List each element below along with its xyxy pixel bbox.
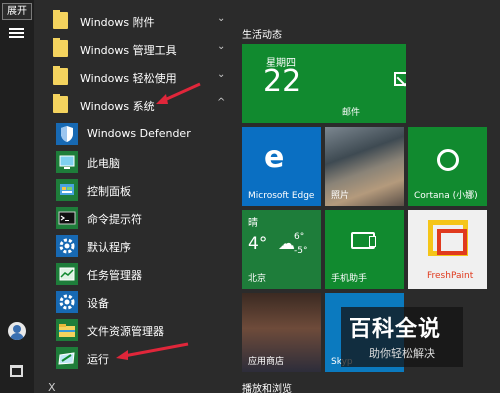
folder-icon (53, 38, 68, 57)
folder-label: Windows 管理工具 (80, 44, 177, 57)
tile-photos[interactable]: 照片 (325, 127, 404, 206)
tile-cortana[interactable]: Cortana (小娜) (408, 127, 487, 206)
task-manager-icon (56, 263, 78, 285)
app-control-panel[interactable]: 控制面板 (34, 176, 232, 204)
documents-icon[interactable] (10, 365, 23, 377)
start-left-rail: 展开 (0, 0, 34, 393)
hamburger-menu-icon[interactable] (9, 28, 24, 38)
app-command-prompt[interactable]: 命令提示符 (34, 204, 232, 232)
chevron-down-icon: ⌄ (217, 13, 226, 24)
control-panel-icon (56, 179, 78, 201)
edge-icon: e (264, 140, 285, 175)
tile-weather[interactable]: 晴 4° ☁ 6° -5° 北京 (242, 210, 321, 289)
app-label: Windows Defender (87, 127, 191, 140)
shield-icon (56, 123, 78, 145)
user-avatar[interactable] (8, 322, 26, 340)
tile-fresh-paint[interactable]: FreshPaint (408, 210, 487, 289)
app-task-manager[interactable]: 任务管理器 (34, 260, 232, 288)
folder-icon (53, 10, 68, 29)
tile-label: Cortana (小娜) (414, 191, 478, 201)
tile-label: 照片 (331, 191, 350, 201)
watermark-title: 百科全说 (349, 317, 442, 342)
calendar-day: 22 (263, 64, 302, 99)
gear-icon (56, 291, 78, 313)
chevron-down-icon: ⌄ (217, 69, 226, 80)
terminal-icon (56, 207, 78, 229)
weather-low: -5° (294, 246, 308, 256)
app-label: 任务管理器 (87, 269, 142, 282)
app-devices[interactable]: 设备 (34, 288, 232, 316)
app-label: 控制面板 (87, 185, 131, 198)
weather-high: 6° (294, 232, 305, 242)
app-this-pc[interactable]: 此电脑 (34, 148, 232, 176)
tile-label: 北京 (248, 274, 267, 284)
app-windows-defender[interactable]: Windows Defender (34, 120, 232, 148)
app-list: Windows 附件 ⌄ Windows 管理工具 ⌄ Windows 轻松使用… (34, 0, 232, 393)
cloud-icon: ☁ (278, 234, 295, 254)
watermark: 百科全说 助你轻松解决 (341, 307, 463, 367)
app-label: 设备 (87, 297, 109, 310)
app-label: 文件资源管理器 (87, 325, 164, 338)
run-icon (56, 347, 78, 369)
app-label: 命令提示符 (87, 213, 142, 226)
tile-store[interactable]: 应用商店 (242, 293, 321, 372)
tile-microsoft-edge[interactable]: e Microsoft Edge (242, 127, 321, 206)
app-label: 运行 (87, 353, 109, 366)
annotation-arrow-system (156, 82, 201, 104)
chevron-down-icon: ⌄ (217, 41, 226, 52)
tile-phone-companion[interactable]: 手机助手 (325, 210, 404, 289)
list-letter-header[interactable]: X (48, 381, 56, 393)
section-title-play: 播放和浏览 (242, 384, 292, 393)
expand-tooltip: 展开 (2, 3, 32, 20)
folder-icon (56, 319, 78, 341)
section-title-life: 生活动态 (242, 30, 282, 41)
folder-windows-admin-tools[interactable]: Windows 管理工具 ⌄ (34, 36, 232, 62)
tile-label: 应用商店 (248, 357, 285, 367)
cortana-icon (437, 149, 459, 171)
folder-windows-accessories[interactable]: Windows 附件 ⌄ (34, 8, 232, 34)
tile-label: FreshPaint (427, 271, 474, 281)
watermark-subtitle: 助你轻松解决 (369, 347, 435, 360)
folder-icon (53, 66, 68, 85)
app-label: 此电脑 (87, 157, 120, 170)
weather-condition: 晴 (248, 218, 258, 229)
weather-temperature: 4° (248, 234, 268, 254)
folder-label: Windows 系统 (80, 100, 155, 113)
fresh-paint-icon (428, 220, 468, 256)
chevron-up-icon: ^ (217, 97, 226, 108)
mail-icon (394, 72, 406, 86)
gear-icon (56, 235, 78, 257)
folder-icon (53, 94, 68, 113)
tile-label: 手机助手 (331, 274, 368, 284)
computer-icon (56, 151, 78, 173)
app-label: 默认程序 (87, 241, 131, 254)
tile-calendar-mail[interactable]: 星期四 22 邮件 (242, 44, 406, 123)
folder-label: Windows 附件 (80, 16, 155, 29)
tile-label: 邮件 (342, 108, 361, 118)
annotation-arrow-run (116, 342, 189, 360)
app-default-programs[interactable]: 默认程序 (34, 232, 232, 260)
tile-label: Microsoft Edge (248, 191, 315, 201)
phone-icon (351, 232, 376, 249)
